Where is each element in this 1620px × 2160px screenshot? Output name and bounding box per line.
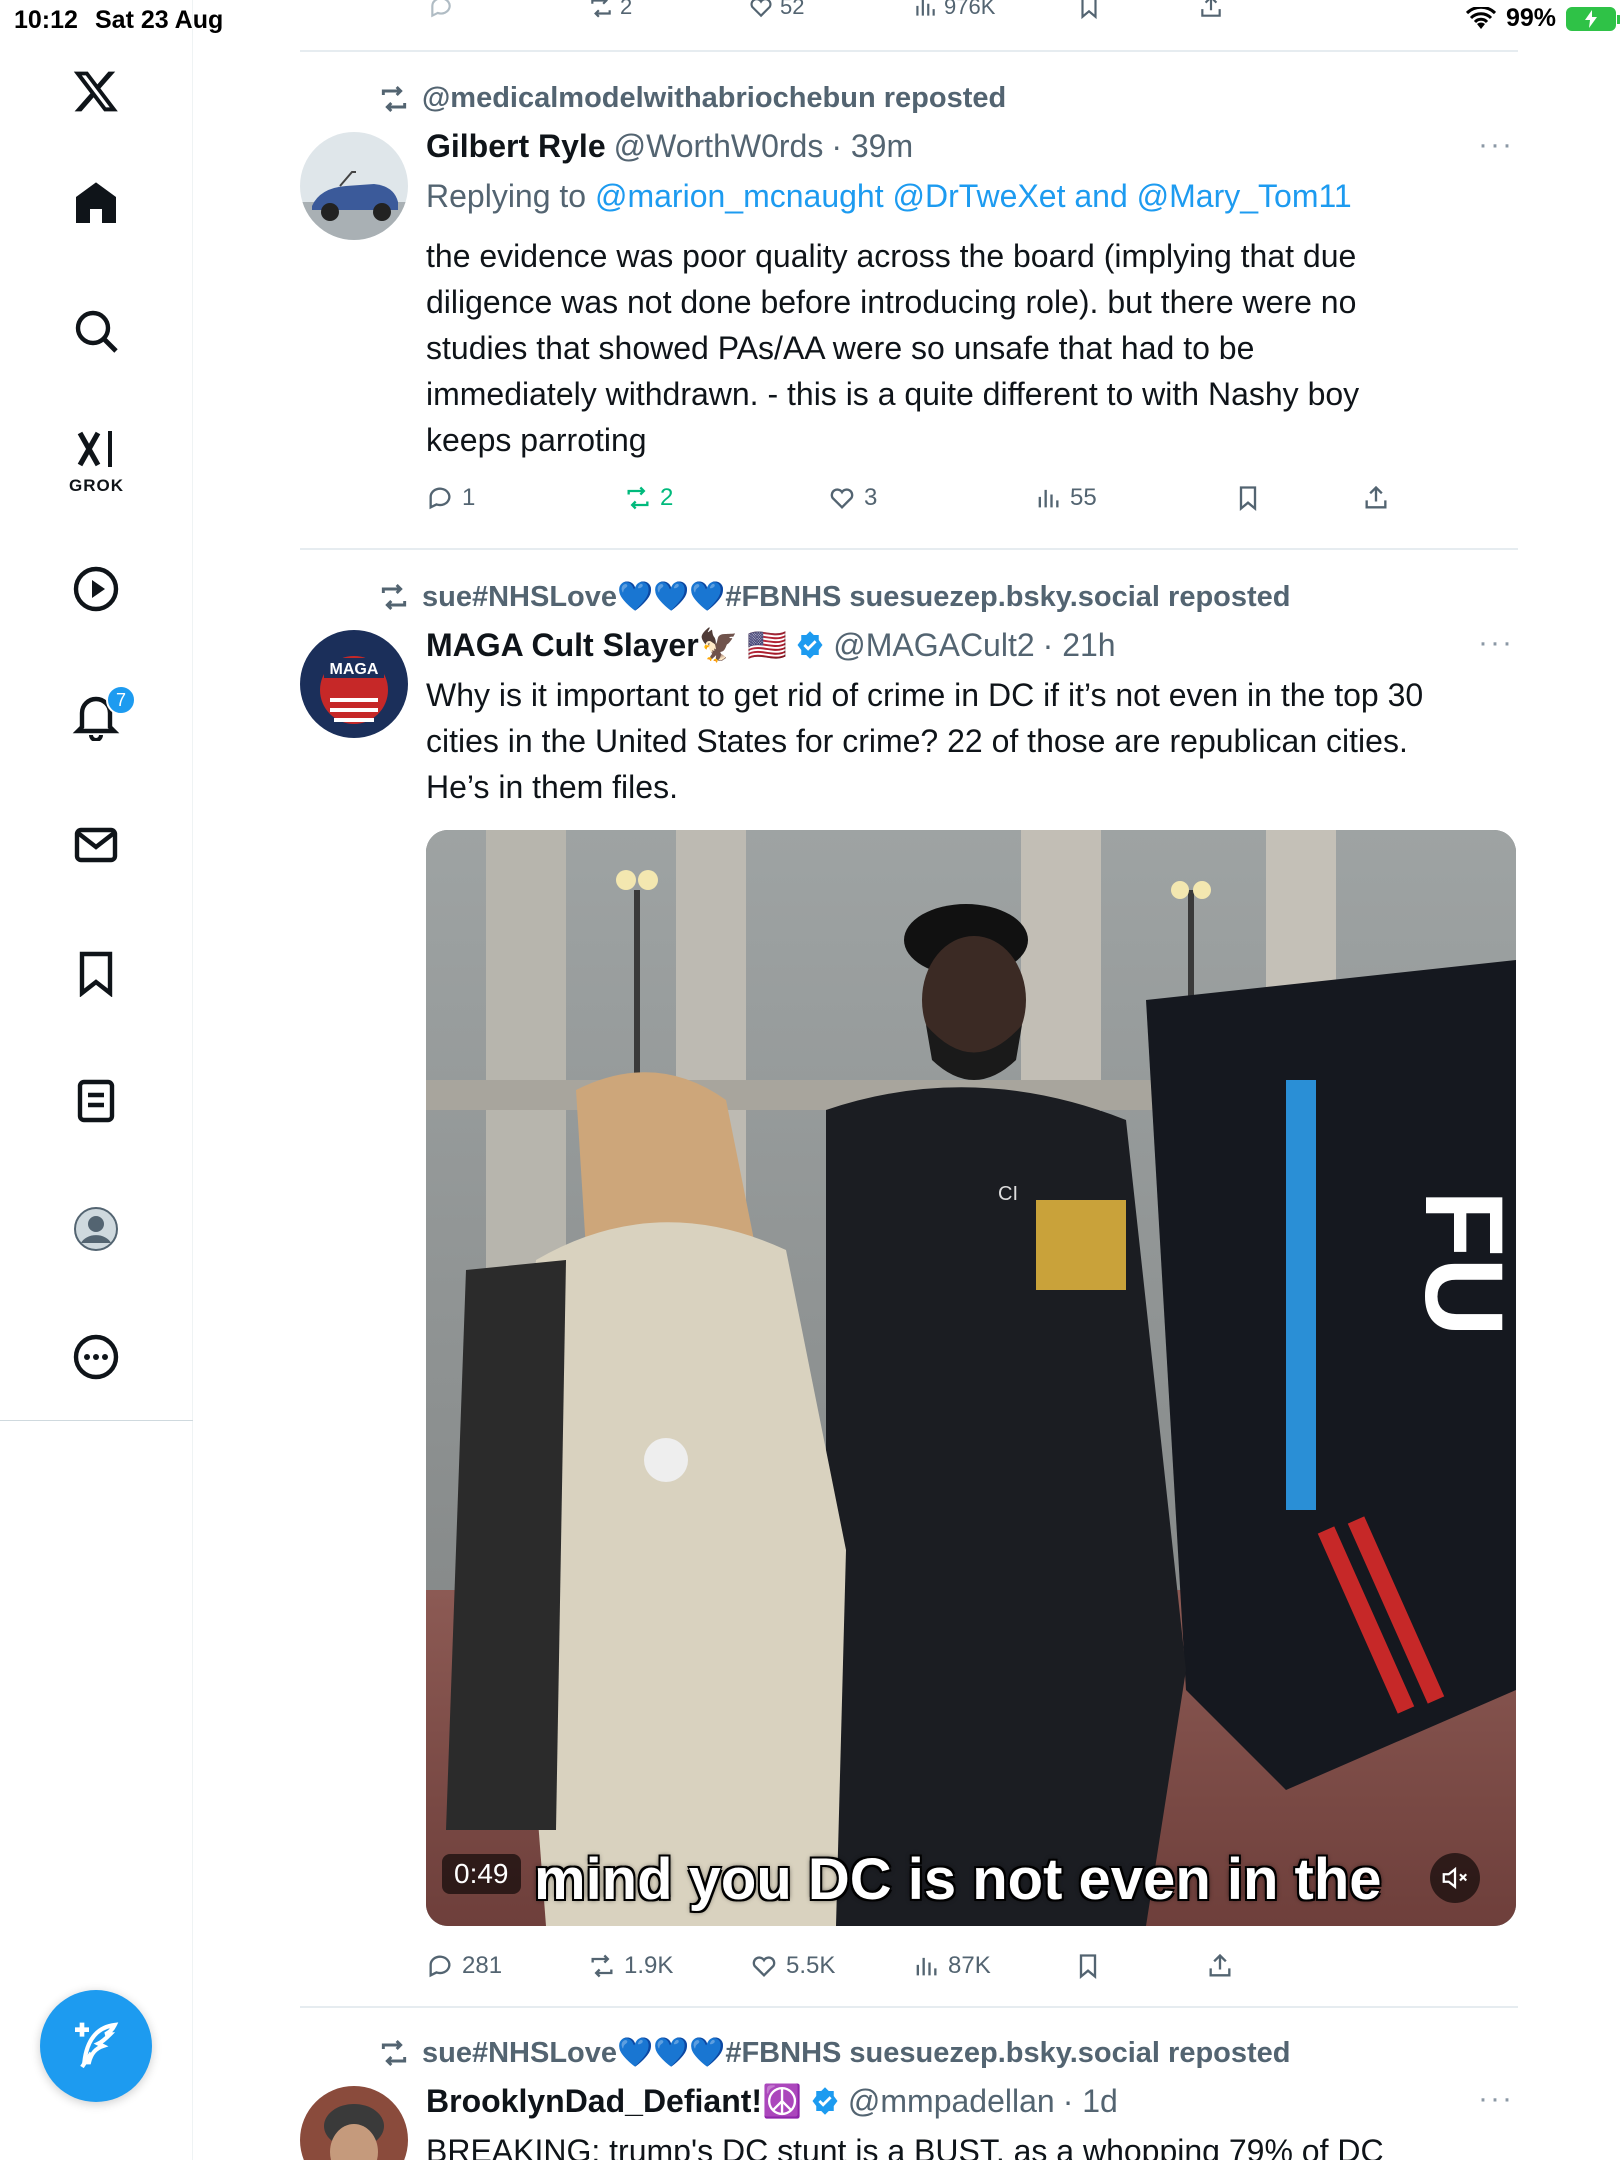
svg-text:MAGA: MAGA xyxy=(330,661,379,678)
repost-count-prev[interactable]: 2 xyxy=(588,0,632,20)
post-actions: 281 1.9K 5.5K 87K xyxy=(426,1946,1506,1986)
view-count-prev[interactable]: 976K xyxy=(912,0,995,20)
author-handle[interactable]: @MAGACult2 xyxy=(833,627,1034,664)
more-options-button[interactable]: ··· xyxy=(1478,626,1514,660)
post-time: · 39m xyxy=(831,128,914,164)
post-text: Why is it important to get rid of crime … xyxy=(426,677,1424,805)
post-time: · 1d xyxy=(1062,2082,1118,2119)
share-icon xyxy=(1209,1953,1231,1977)
share-icon xyxy=(1365,485,1387,509)
replying-mentions[interactable]: @marion_mcnaught @DrTweXet and @Mary_Tom… xyxy=(595,178,1352,214)
bookmark-button[interactable] xyxy=(1074,1946,1102,1986)
repost-indicator: @medicalmodelwithabriochebun reposted xyxy=(378,82,1006,115)
avatar[interactable] xyxy=(300,2086,408,2160)
repost-icon xyxy=(381,2039,407,2067)
share-button[interactable] xyxy=(1206,1946,1234,1986)
avatar[interactable]: MAGA xyxy=(300,630,408,738)
repost-indicator: sue#NHSLove💙💙💙#FBNHS suesuezep.bsky.soci… xyxy=(378,580,1291,614)
bookmark-icon xyxy=(1239,486,1257,511)
video-frame: FU CI xyxy=(426,830,1516,1926)
repost-button[interactable]: 2 xyxy=(624,478,673,518)
more-options-button[interactable]: ··· xyxy=(1478,2082,1514,2116)
post-header: Gilbert Ryle @WorthW0rds · 39m xyxy=(426,128,913,165)
reposted-by-text[interactable]: sue#NHSLove💙💙💙#FBNHS suesuezep.bsky.soci… xyxy=(422,580,1291,614)
post-divider xyxy=(300,50,1518,52)
compose-post-button[interactable] xyxy=(40,1990,152,2102)
author-handle[interactable]: @WorthW0rds xyxy=(614,128,824,165)
search-icon[interactable] xyxy=(57,292,135,370)
replying-prefix: Replying to xyxy=(426,178,587,214)
author-handle[interactable]: @mmpadellan xyxy=(848,2083,1055,2120)
repost-icon xyxy=(627,486,649,510)
author-name[interactable]: Gilbert Ryle xyxy=(426,128,606,165)
battery-icon xyxy=(1566,6,1620,31)
bookmark-icon[interactable] xyxy=(57,934,135,1012)
home-icon[interactable] xyxy=(57,164,135,242)
share-button[interactable] xyxy=(1362,478,1390,518)
repost-indicator: sue#NHSLove💙💙💙#FBNHS suesuezep.bsky.soci… xyxy=(378,2036,1291,2070)
feather-plus-icon xyxy=(75,2022,119,2069)
lists-icon[interactable] xyxy=(57,1062,135,1140)
x-logo-icon[interactable] xyxy=(57,52,135,130)
flag-text: FU xyxy=(1402,1190,1516,1337)
messages-envelope-icon[interactable] xyxy=(57,806,135,884)
mute-button[interactable] xyxy=(1430,1853,1480,1903)
avatar[interactable] xyxy=(300,132,408,240)
like-button[interactable]: 5.5K xyxy=(750,1946,835,1986)
sidebar-nav: GROK 7 xyxy=(0,0,193,2160)
bookmark-button[interactable] xyxy=(1234,478,1262,518)
verified-badge-icon xyxy=(797,631,823,659)
views-icon xyxy=(1038,489,1059,508)
bookmark-icon-prev[interactable] xyxy=(1076,0,1102,20)
post-actions: 1 2 3 55 xyxy=(426,478,1506,518)
views-button[interactable]: 87K xyxy=(912,1946,991,1986)
svg-text:CI: CI xyxy=(998,1183,1018,1205)
post-header: BrooklynDad_Defiant!☮️ @mmpadellan · 1d xyxy=(426,2082,1118,2120)
more-options-icon[interactable] xyxy=(57,1318,135,1396)
more-options-button[interactable]: ··· xyxy=(1478,128,1514,162)
like-count-prev[interactable]: 52 xyxy=(748,0,804,20)
video-duration: 0:49 xyxy=(442,1854,521,1894)
heart-icon xyxy=(830,488,854,509)
share-icon-prev[interactable] xyxy=(1198,0,1224,20)
previous-post-actions: 2 52 976K xyxy=(300,0,1518,24)
reply-button[interactable]: 1 xyxy=(426,478,475,518)
repost-icon xyxy=(381,583,407,611)
reposted-by-text[interactable]: sue#NHSLove💙💙💙#FBNHS suesuezep.bsky.soci… xyxy=(422,2036,1291,2070)
post-divider xyxy=(300,548,1518,550)
like-button[interactable]: 3 xyxy=(828,478,877,518)
reply-button[interactable]: 281 xyxy=(426,1946,502,1986)
post-header: MAGA Cult Slayer🦅 🇺🇸 @MAGACult2 · 21h xyxy=(426,626,1116,664)
bookmark-icon xyxy=(1079,1954,1097,1979)
repost-icon xyxy=(381,85,407,112)
author-name[interactable]: MAGA Cult Slayer🦅 🇺🇸 xyxy=(426,626,787,664)
views-button[interactable]: 55 xyxy=(1034,478,1097,518)
verified-badge-icon xyxy=(812,2087,838,2115)
post-text: the evidence was poor quality across the… xyxy=(426,238,1360,458)
profile-avatar-icon[interactable] xyxy=(57,1190,135,1268)
reply-icon xyxy=(429,1955,451,1978)
views-icon xyxy=(916,1957,937,1976)
heart-icon xyxy=(752,1956,776,1977)
post-divider xyxy=(300,2006,1518,2008)
repost-icon xyxy=(591,1954,613,1978)
video-play-icon[interactable] xyxy=(57,550,135,628)
reposted-by-text[interactable]: @medicalmodelwithabriochebun reposted xyxy=(422,82,1006,115)
notification-badge: 7 xyxy=(106,685,136,715)
muted-speaker-icon xyxy=(1442,1866,1468,1890)
post-video[interactable]: FU CI 0:49 mind you DC is not even in th… xyxy=(426,830,1516,1926)
replying-to: Replying to @marion_mcnaught @DrTweXet a… xyxy=(426,178,1352,215)
post-text: BREAKING: trump's DC stunt is a BUST, as… xyxy=(426,2133,1384,2160)
sidebar-divider xyxy=(0,1420,193,1421)
reply-icon-prev[interactable] xyxy=(428,0,454,20)
author-name[interactable]: BrooklynDad_Defiant!☮️ xyxy=(426,2082,802,2120)
reply-icon xyxy=(429,487,451,510)
grok-label: GROK xyxy=(69,476,124,495)
video-caption: mind you DC is not even in the xyxy=(534,1847,1382,1912)
post-time: · 21h xyxy=(1042,626,1116,663)
repost-button[interactable]: 1.9K xyxy=(588,1946,673,1986)
